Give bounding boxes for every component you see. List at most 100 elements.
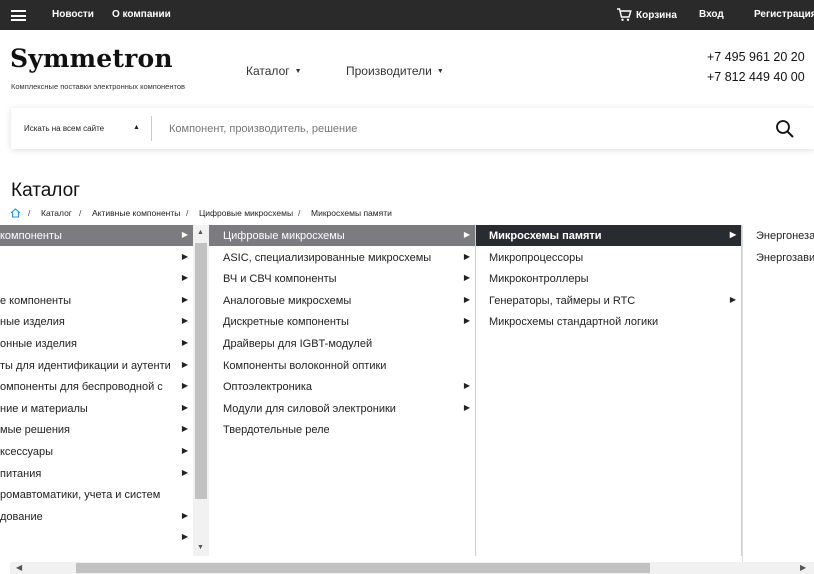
menu-item[interactable]: Драйверы для IGBT-модулей [209,333,475,354]
menu-item[interactable]: Твердотельные реле [209,419,475,440]
catalog-dropdown[interactable]: Каталог ▼ [246,64,302,78]
menu-item-label: Аналоговые микросхемы [223,294,352,307]
nav-news-link[interactable]: Новости [52,9,94,20]
menu-item[interactable]: ксессуары ▶ [0,441,193,462]
scroll-down-icon[interactable]: ▼ [197,544,204,551]
login-link[interactable]: Вход [699,9,724,20]
scroll-right-icon[interactable]: ▶ [800,563,806,572]
menu-icon[interactable] [11,10,26,21]
menu-item[interactable]: ASIC, специализированные микросхемы ▶ [209,247,475,268]
menu-item-label: ты для идентификации и аутенти [0,359,171,372]
chevron-right-icon: ▶ [181,424,188,434]
menu-item[interactable]: ные изделия ▶ [0,311,193,332]
chevron-right-icon: ▶ [181,316,188,326]
menu-item[interactable]: Компоненты волоконной оптики [209,355,475,376]
menu-item[interactable]: Оптоэлектроника ▶ [209,376,475,397]
menu-item-label: Драйверы для IGBT-модулей [223,338,373,350]
chevron-right-icon: ▶ [463,251,470,261]
menu-item[interactable]: ние и материалы ▶ [0,398,193,419]
search-scope-select[interactable]: Искать на всем сайте [24,124,104,133]
menu-item[interactable]: ▶ [0,247,193,268]
phone-spb[interactable]: +7 812 449 40 00 [707,70,805,84]
caret-down-icon: ▼ [436,68,444,75]
menu-item[interactable]: Аналоговые микросхемы ▶ [209,290,475,311]
horizontal-scrollbar-thumb[interactable] [76,563,650,573]
breadcrumb-separator: / [79,208,82,218]
menu-item-label: онные изделия [0,338,77,350]
menu-item-label: питания [0,467,42,480]
register-link[interactable]: Регистрация [754,9,814,20]
menu-item[interactable]: Цифровые микросхемы ▶ [209,225,475,246]
menu-item[interactable]: Микросхемы памяти ▶ [476,225,741,246]
catalog-menu-level3: Микросхемы памяти ▶ Микропроцессоры Микроко… [476,225,741,563]
scrollbar-thumb[interactable] [195,243,207,499]
menu-item[interactable]: Энергонеза [743,225,814,246]
breadcrumb-current: Микросхемы памяти [311,208,392,218]
chevron-right-icon: ▶ [463,402,470,412]
menu-item[interactable]: онные изделия ▶ [0,333,193,354]
manufacturers-dropdown[interactable]: Производители ▼ [346,64,444,78]
home-icon[interactable] [10,208,21,218]
scroll-up-icon[interactable]: ▲ [197,229,204,236]
chevron-right-icon: ▶ [181,294,188,304]
tagline: Комплексные поставки электронных компоне… [11,82,185,91]
caret-down-icon: ▼ [294,68,302,75]
catalog-menu-level1: компоненты ▶ ▶ ▶ е компоненты ▶ ные изделия ▶ он… [0,225,193,563]
search-input[interactable] [161,116,751,141]
chevron-right-icon: ▶ [181,359,188,369]
chevron-right-icon: ▶ [729,294,736,304]
menu-item[interactable]: дование ▶ [0,506,193,527]
menu-item[interactable]: ▶ [0,268,193,289]
menu-item-label: дование [0,510,43,523]
logo[interactable]: Symmetron [10,44,173,73]
menu-item[interactable]: ты для идентификации и аутенти ▶ [0,355,193,376]
scroll-left-icon[interactable]: ◀ [16,563,22,572]
menu-item[interactable]: Генераторы, таймеры и RTC ▶ [476,290,741,311]
breadcrumb-item[interactable]: Активные компоненты [92,208,180,218]
menu-item[interactable]: ▶ [0,527,193,548]
caret-up-icon[interactable]: ▲ [133,124,140,131]
catalog-menu-level4: Энергонеза Энергозави [742,225,814,563]
chevron-right-icon: ▶ [181,338,188,347]
chevron-right-icon: ▶ [181,402,188,412]
search-bar: Искать на всем сайте ▲ [11,108,814,149]
breadcrumb-item[interactable]: Цифровые микросхемы [199,208,293,218]
menu-item-label: Микросхемы памяти [489,230,602,242]
menu-item-label: ксессуары [0,446,54,458]
menu-item[interactable]: ВЧ и СВЧ компоненты ▶ [209,268,475,289]
menu-item[interactable]: Модули для силовой электроники ▶ [209,398,475,419]
menu-item[interactable]: питания ▶ [0,463,193,484]
catalog-menu-level2: Цифровые микросхемы ▶ ASIC, специализирова… [209,225,475,563]
menu-item[interactable]: Микроконтроллеры [476,268,741,289]
menu-item-label: Микроконтроллеры [489,273,589,286]
horizontal-scrollbar[interactable]: ◀ ▶ [10,562,814,574]
cart-link[interactable]: Корзина [636,10,677,21]
menu-item[interactable]: мые решения ▶ [0,419,193,440]
menu-item[interactable]: ромавтоматики, учета и систем [0,484,193,505]
menu-item[interactable]: Микропроцессоры [476,247,741,268]
chevron-right-icon: ▶ [181,532,188,542]
chevron-right-icon: ▶ [181,467,188,477]
menu-item-label: омпоненты для беспроводной с [0,381,163,394]
manufacturers-dropdown-label: Производители [346,64,432,78]
menu-item-label: Модули для силовой электроники [223,402,396,415]
menu-item[interactable]: е компоненты ▶ [0,290,193,311]
breadcrumb-separator: / [298,208,301,218]
menu-item[interactable]: омпоненты для беспроводной с ▶ [0,376,193,397]
menu-item-label: ASIC, специализированные микросхемы [223,251,432,264]
search-divider [151,116,152,141]
nav-about-link[interactable]: О компании [112,9,171,20]
cart-icon[interactable] [616,7,632,22]
breadcrumb-item[interactable]: Каталог [41,208,72,218]
phone-moscow[interactable]: +7 495 961 20 20 [707,50,805,64]
search-icon[interactable] [775,119,795,139]
menu-item-label: Цифровые микросхемы [223,230,345,242]
menu-item[interactable]: Энергозави [743,247,814,268]
page-title: Каталог [11,180,81,201]
menu-item[interactable]: Микросхемы стандартной логики [476,311,741,332]
breadcrumb-separator: / [28,208,31,218]
menu-scrollbar[interactable]: ▲ ▼ [193,225,209,556]
menu-item[interactable]: Дискретные компоненты ▶ [209,311,475,332]
menu-item-label: ромавтоматики, учета и систем [0,489,161,502]
menu-item[interactable]: компоненты ▶ [0,225,193,246]
